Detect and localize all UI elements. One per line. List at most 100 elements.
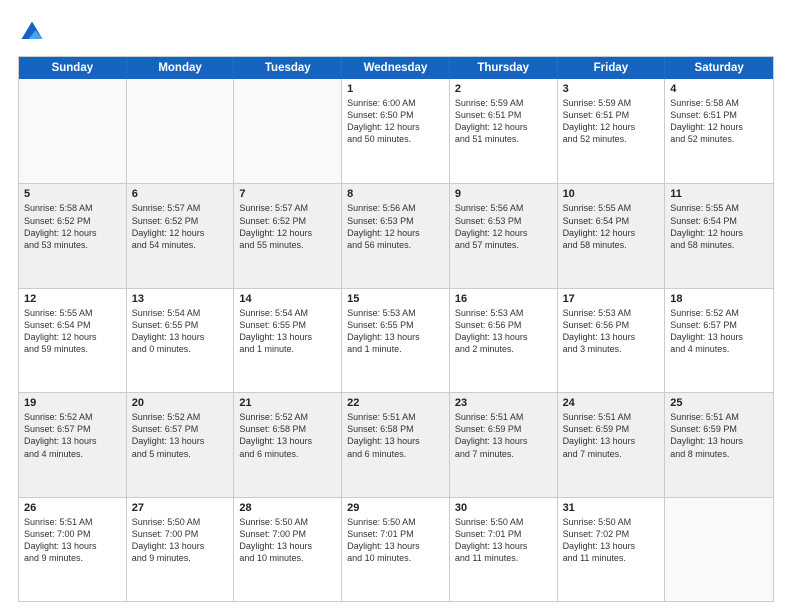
- calendar-cell: 26 Sunrise: 5:51 AM Sunset: 7:00 PM Dayli…: [19, 498, 127, 601]
- cell-info: Sunrise: 5:55 AM Sunset: 6:54 PM Dayligh…: [670, 202, 768, 251]
- calendar-cell: 31Sunrise: 5:50 AM Sunset: 7:02 PM Dayli…: [558, 498, 666, 601]
- cell-info: Sunrise: 5:51 AM Sunset: 6:59 PM Dayligh…: [455, 411, 552, 460]
- calendar-cell: 14 Sunrise: 5:54 AM Sunset: 6:55 PM Dayli…: [234, 289, 342, 392]
- calendar-cell: [19, 79, 127, 183]
- day-number: 24: [563, 397, 660, 409]
- cell-info: Sunrise: 5:55 AM Sunset: 6:54 PM Dayligh…: [563, 202, 660, 251]
- cell-info: Sunrise: 5:53 AM Sunset: 6:56 PM Dayligh…: [563, 307, 660, 356]
- cell-info: Sunrise: 5:55 AM Sunset: 6:54 PM Dayligh…: [24, 307, 121, 356]
- weekday-header-sunday: Sunday: [19, 57, 127, 79]
- calendar-cell: 30 Sunrise: 5:50 AM Sunset: 7:01 PM Dayli…: [450, 498, 558, 601]
- calendar-cell: 16 Sunrise: 5:53 AM Sunset: 6:56 PM Dayli…: [450, 289, 558, 392]
- calendar-cell: [127, 79, 235, 183]
- day-number: 16: [455, 293, 552, 305]
- cell-info: Sunrise: 5:58 AM Sunset: 6:52 PM Dayligh…: [24, 202, 121, 251]
- calendar-cell: 23 Sunrise: 5:51 AM Sunset: 6:59 PM Dayli…: [450, 393, 558, 496]
- day-number: 1: [347, 83, 444, 95]
- day-number: 15: [347, 293, 444, 305]
- calendar-row: 1 Sunrise: 6:00 AM Sunset: 6:50 PM Daylig…: [19, 79, 773, 183]
- cell-info: Sunrise: 5:52 AM Sunset: 6:58 PM Dayligh…: [239, 411, 336, 460]
- day-number: 27: [132, 502, 229, 514]
- calendar-cell: 12 Sunrise: 5:55 AM Sunset: 6:54 PM Dayli…: [19, 289, 127, 392]
- calendar-cell: 7Sunrise: 5:57 AM Sunset: 6:52 PM Daylig…: [234, 184, 342, 287]
- day-number: 8: [347, 188, 444, 200]
- weekday-header-saturday: Saturday: [665, 57, 773, 79]
- day-number: 25: [670, 397, 768, 409]
- logo: [18, 18, 50, 46]
- day-number: 11: [670, 188, 768, 200]
- calendar-cell: 13 Sunrise: 5:54 AM Sunset: 6:55 PM Dayli…: [127, 289, 235, 392]
- cell-info: Sunrise: 5:52 AM Sunset: 6:57 PM Dayligh…: [24, 411, 121, 460]
- cell-info: Sunrise: 5:51 AM Sunset: 7:00 PM Dayligh…: [24, 516, 121, 565]
- cell-info: Sunrise: 5:52 AM Sunset: 6:57 PM Dayligh…: [670, 307, 768, 356]
- calendar-row: 5 Sunrise: 5:58 AM Sunset: 6:52 PM Daylig…: [19, 183, 773, 287]
- day-number: 19: [24, 397, 121, 409]
- calendar-cell: 9Sunrise: 5:56 AM Sunset: 6:53 PM Daylig…: [450, 184, 558, 287]
- day-number: 10: [563, 188, 660, 200]
- page-header: [18, 18, 774, 46]
- calendar-cell: 20 Sunrise: 5:52 AM Sunset: 6:57 PM Dayli…: [127, 393, 235, 496]
- weekday-header-thursday: Thursday: [450, 57, 558, 79]
- calendar-cell: 24 Sunrise: 5:51 AM Sunset: 6:59 PM Dayli…: [558, 393, 666, 496]
- calendar-cell: 18 Sunrise: 5:52 AM Sunset: 6:57 PM Dayli…: [665, 289, 773, 392]
- cell-info: Sunrise: 5:53 AM Sunset: 6:56 PM Dayligh…: [455, 307, 552, 356]
- cell-info: Sunrise: 5:57 AM Sunset: 6:52 PM Dayligh…: [132, 202, 229, 251]
- cell-info: Sunrise: 5:57 AM Sunset: 6:52 PM Dayligh…: [239, 202, 336, 251]
- day-number: 26: [24, 502, 121, 514]
- calendar-row: 26 Sunrise: 5:51 AM Sunset: 7:00 PM Dayli…: [19, 497, 773, 601]
- cell-info: Sunrise: 5:54 AM Sunset: 6:55 PM Dayligh…: [239, 307, 336, 356]
- weekday-header-friday: Friday: [558, 57, 666, 79]
- calendar-cell: 17 Sunrise: 5:53 AM Sunset: 6:56 PM Dayli…: [558, 289, 666, 392]
- day-number: 12: [24, 293, 121, 305]
- calendar-cell: 5 Sunrise: 5:58 AM Sunset: 6:52 PM Daylig…: [19, 184, 127, 287]
- day-number: 6: [132, 188, 229, 200]
- cell-info: Sunrise: 5:50 AM Sunset: 7:02 PM Dayligh…: [563, 516, 660, 565]
- cell-info: Sunrise: 6:00 AM Sunset: 6:50 PM Dayligh…: [347, 97, 444, 146]
- cell-info: Sunrise: 5:52 AM Sunset: 6:57 PM Dayligh…: [132, 411, 229, 460]
- day-number: 13: [132, 293, 229, 305]
- calendar-cell: 8 Sunrise: 5:56 AM Sunset: 6:53 PM Daylig…: [342, 184, 450, 287]
- weekday-header-wednesday: Wednesday: [342, 57, 450, 79]
- calendar-cell: [665, 498, 773, 601]
- cell-info: Sunrise: 5:53 AM Sunset: 6:55 PM Dayligh…: [347, 307, 444, 356]
- calendar-cell: 1 Sunrise: 6:00 AM Sunset: 6:50 PM Daylig…: [342, 79, 450, 183]
- cell-info: Sunrise: 5:50 AM Sunset: 7:01 PM Dayligh…: [455, 516, 552, 565]
- calendar: SundayMondayTuesdayWednesdayThursdayFrid…: [18, 56, 774, 602]
- day-number: 21: [239, 397, 336, 409]
- day-number: 18: [670, 293, 768, 305]
- calendar-cell: 11 Sunrise: 5:55 AM Sunset: 6:54 PM Dayli…: [665, 184, 773, 287]
- calendar-cell: 4Sunrise: 5:58 AM Sunset: 6:51 PM Daylig…: [665, 79, 773, 183]
- calendar-cell: 29Sunrise: 5:50 AM Sunset: 7:01 PM Dayli…: [342, 498, 450, 601]
- day-number: 14: [239, 293, 336, 305]
- calendar-cell: 19 Sunrise: 5:52 AM Sunset: 6:57 PM Dayli…: [19, 393, 127, 496]
- day-number: 5: [24, 188, 121, 200]
- day-number: 29: [347, 502, 444, 514]
- cell-info: Sunrise: 5:54 AM Sunset: 6:55 PM Dayligh…: [132, 307, 229, 356]
- cell-info: Sunrise: 5:51 AM Sunset: 6:58 PM Dayligh…: [347, 411, 444, 460]
- day-number: 22: [347, 397, 444, 409]
- day-number: 30: [455, 502, 552, 514]
- day-number: 17: [563, 293, 660, 305]
- day-number: 4: [670, 83, 768, 95]
- calendar-cell: 27Sunrise: 5:50 AM Sunset: 7:00 PM Dayli…: [127, 498, 235, 601]
- calendar-cell: 3Sunrise: 5:59 AM Sunset: 6:51 PM Daylig…: [558, 79, 666, 183]
- calendar-row: 19 Sunrise: 5:52 AM Sunset: 6:57 PM Dayli…: [19, 392, 773, 496]
- day-number: 20: [132, 397, 229, 409]
- weekday-header-tuesday: Tuesday: [234, 57, 342, 79]
- calendar-cell: [234, 79, 342, 183]
- calendar-cell: 22 Sunrise: 5:51 AM Sunset: 6:58 PM Dayli…: [342, 393, 450, 496]
- calendar-cell: 28Sunrise: 5:50 AM Sunset: 7:00 PM Dayli…: [234, 498, 342, 601]
- calendar-body: 1 Sunrise: 6:00 AM Sunset: 6:50 PM Daylig…: [19, 79, 773, 601]
- cell-info: Sunrise: 5:59 AM Sunset: 6:51 PM Dayligh…: [455, 97, 552, 146]
- cell-info: Sunrise: 5:56 AM Sunset: 6:53 PM Dayligh…: [455, 202, 552, 251]
- day-number: 3: [563, 83, 660, 95]
- calendar-cell: 15 Sunrise: 5:53 AM Sunset: 6:55 PM Dayli…: [342, 289, 450, 392]
- cell-info: Sunrise: 5:51 AM Sunset: 6:59 PM Dayligh…: [563, 411, 660, 460]
- calendar-cell: 25 Sunrise: 5:51 AM Sunset: 6:59 PM Dayli…: [665, 393, 773, 496]
- day-number: 2: [455, 83, 552, 95]
- day-number: 23: [455, 397, 552, 409]
- cell-info: Sunrise: 5:56 AM Sunset: 6:53 PM Dayligh…: [347, 202, 444, 251]
- cell-info: Sunrise: 5:51 AM Sunset: 6:59 PM Dayligh…: [670, 411, 768, 460]
- logo-icon: [18, 18, 46, 46]
- calendar-cell: 21 Sunrise: 5:52 AM Sunset: 6:58 PM Dayli…: [234, 393, 342, 496]
